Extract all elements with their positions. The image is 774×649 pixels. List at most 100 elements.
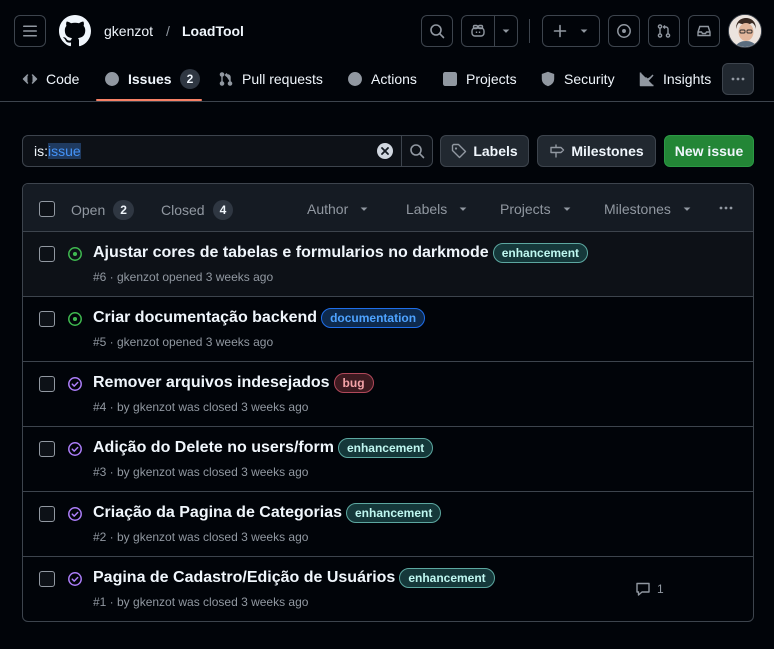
closed-issues-filter[interactable]: Closed 4 [161, 200, 234, 220]
issue-closed-icon [68, 572, 82, 586]
header-divider [529, 19, 530, 43]
issue-checkbox[interactable] [39, 311, 55, 327]
pull-request-icon [657, 24, 671, 38]
issue-closed-icon [68, 507, 82, 521]
create-new-button[interactable] [542, 15, 600, 47]
comments-link[interactable]: 1 [635, 581, 664, 597]
projects-filter[interactable]: Projects [500, 200, 573, 218]
repo-owner-link[interactable]: gkenzot [104, 21, 153, 41]
issue-row[interactable]: Adição do Delete no users/form enhanceme… [23, 427, 753, 492]
issue-label[interactable]: bug [333, 373, 374, 393]
issue-row[interactable]: Remover arquivos indesejados bug #4 · by… [23, 362, 753, 427]
breadcrumb-separator: / [166, 23, 170, 39]
issue-checkbox[interactable] [39, 246, 55, 262]
search-submit-button[interactable] [409, 143, 425, 159]
tab-projects[interactable]: Projects [442, 66, 517, 92]
issue-checkbox[interactable] [39, 441, 55, 457]
list-options-button[interactable] [718, 200, 734, 216]
search-button[interactable] [421, 15, 453, 47]
tab-issues[interactable]: Issues 2 [104, 66, 201, 92]
issue-title[interactable]: Adição do Delete no users/form [93, 439, 334, 457]
issue-checkbox[interactable] [39, 571, 55, 587]
issue-closed-icon [68, 377, 82, 391]
issue-label[interactable]: enhancement [337, 438, 434, 458]
filter-label: Projects [500, 201, 551, 217]
tab-security[interactable]: Security [540, 66, 615, 92]
copilot-icon [471, 24, 485, 37]
tag-icon [452, 143, 467, 159]
tab-pull-requests[interactable]: Pull requests [218, 66, 323, 92]
inbox-icon [697, 25, 711, 37]
issue-checkbox[interactable] [39, 376, 55, 392]
x-icon [381, 147, 389, 155]
new-issue-button[interactable]: New issue [664, 135, 754, 167]
issue-meta: #1 · by gkenzot was closed 3 weeks ago [93, 595, 309, 609]
issues-search-box[interactable]: is:issue [22, 135, 433, 167]
new-issue-button-label: New issue [674, 143, 744, 159]
issues-list: Open 2 Closed 4 Author Labels Projects M… [22, 183, 754, 622]
issue-title[interactable]: Ajustar cores de tabelas e formularios n… [93, 244, 489, 262]
repo-name-link[interactable]: LoadTool [182, 21, 244, 41]
search-query[interactable]: is:issue [34, 143, 81, 159]
tab-label: Actions [371, 71, 417, 87]
filter-label: Milestones [604, 201, 671, 217]
labels-filter[interactable]: Labels [406, 200, 469, 218]
table-icon [443, 72, 458, 87]
more-tabs-button[interactable] [722, 63, 754, 95]
chevron-down-icon [502, 29, 510, 33]
tab-actions[interactable]: Actions [347, 66, 417, 92]
tab-insights[interactable]: Insights [639, 66, 711, 92]
issue-checkbox[interactable] [39, 506, 55, 522]
issue-meta: #6 · gkenzot opened 3 weeks ago [93, 270, 274, 284]
issue-row[interactable]: Pagina de Cadastro/Edição de Usuários en… [23, 557, 753, 621]
clear-search-button[interactable] [377, 143, 393, 159]
inbox-button[interactable] [688, 15, 720, 47]
copilot-button[interactable] [461, 15, 518, 47]
filter-label: Author [307, 201, 349, 217]
filter-label: Labels [406, 201, 448, 217]
milestones-filter[interactable]: Milestones [604, 200, 693, 218]
closed-issues-label: Closed [161, 202, 205, 218]
issue-row[interactable]: Criação da Pagina de Categorias enhancem… [23, 492, 753, 557]
issue-label[interactable]: enhancement [399, 568, 495, 588]
issue-label[interactable]: documentation [321, 308, 426, 328]
issue-opened-icon [68, 247, 82, 261]
labels-button[interactable]: Labels [440, 135, 529, 167]
issue-opened-icon [617, 24, 631, 38]
github-logo-icon[interactable] [59, 15, 91, 47]
search-divider [401, 136, 402, 166]
avatar[interactable] [728, 14, 762, 48]
issue-label[interactable]: enhancement [345, 503, 442, 523]
select-all-checkbox[interactable] [39, 201, 55, 217]
kebab-horizontal-icon [731, 77, 745, 81]
milestones-button-label: Milestones [571, 143, 644, 159]
tab-label: Pull requests [242, 71, 323, 87]
tab-label: Projects [466, 71, 517, 87]
author-filter[interactable]: Author [307, 200, 370, 218]
issue-row[interactable]: Ajustar cores de tabelas e formularios n… [23, 232, 753, 297]
open-issues-filter[interactable]: Open 2 [71, 200, 134, 220]
issue-title[interactable]: Pagina de Cadastro/Edição de Usuários [93, 569, 395, 587]
graph-icon [639, 72, 654, 87]
menu-button[interactable] [14, 15, 46, 47]
issue-title[interactable]: Criar documentação backend [93, 309, 317, 327]
chevron-down-icon [683, 207, 691, 211]
issues-count-badge: 2 [179, 69, 201, 89]
open-issues-count: 2 [113, 200, 134, 220]
search-query-prefix: is: [34, 143, 48, 159]
issue-row[interactable]: Criar documentação backend documentation… [23, 297, 753, 362]
issues-shortcut-button[interactable] [608, 15, 640, 47]
header-bottom-border [0, 101, 774, 102]
search-icon [430, 24, 445, 39]
issue-label[interactable]: enhancement [492, 243, 589, 263]
search-icon [410, 144, 425, 159]
issue-title[interactable]: Remover arquivos indesejados [93, 374, 330, 392]
tab-code[interactable]: Code [22, 66, 79, 92]
chevron-down-icon [360, 207, 368, 211]
comments-count: 1 [657, 582, 664, 596]
labels-button-label: Labels [473, 143, 518, 159]
pull-requests-shortcut-button[interactable] [648, 15, 680, 47]
comment-icon [636, 582, 650, 596]
issue-title[interactable]: Criação da Pagina de Categorias [93, 504, 342, 522]
milestones-button[interactable]: Milestones [537, 135, 656, 167]
